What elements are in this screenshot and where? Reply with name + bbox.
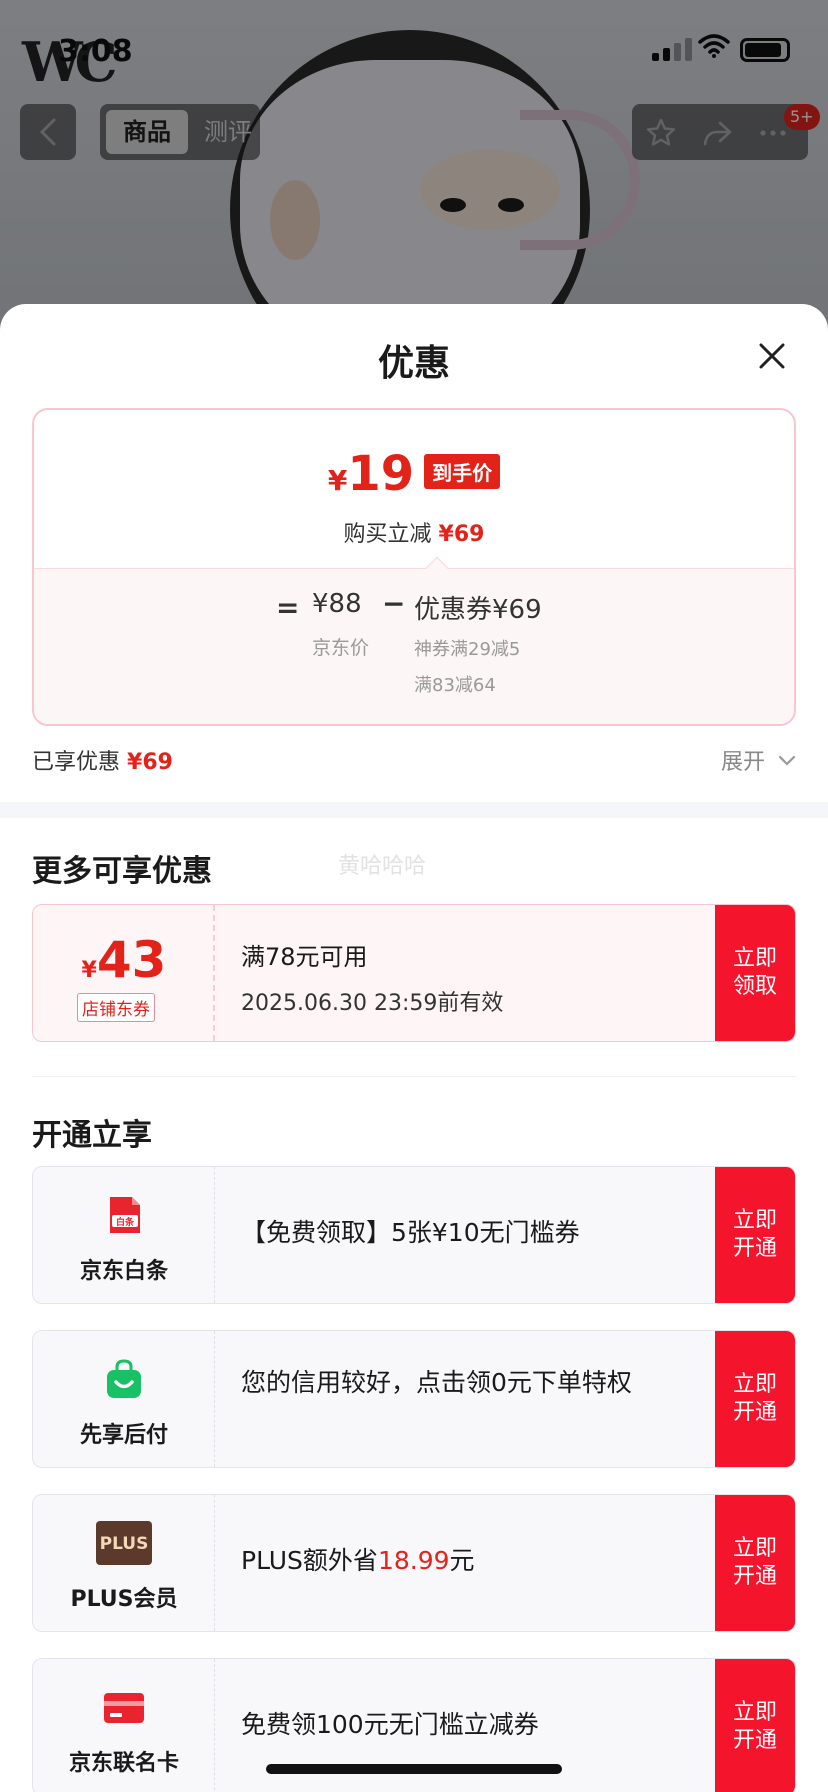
equals-sign: = xyxy=(276,591,300,624)
home-indicator[interactable] xyxy=(266,1764,562,1774)
coupon-detail: 满83减64 xyxy=(414,675,496,696)
more-discounts-title: 更多可享优惠 xyxy=(32,854,212,889)
close-icon xyxy=(759,343,785,369)
coupon-condition: 满78元可用 xyxy=(241,943,368,971)
coupon-detail: 神券满29减5 xyxy=(414,639,521,660)
jd-price-label: 京东价 xyxy=(312,637,370,659)
service-name: 先享后付 xyxy=(79,1423,168,1448)
section-divider xyxy=(0,802,828,818)
shopping-bag-icon xyxy=(107,1359,141,1398)
watermark-text: 黄哈哈哈 xyxy=(338,854,427,879)
coupon-total: 优惠券¥69 xyxy=(414,595,542,625)
coupon-type-tag: 店铺东券 xyxy=(77,993,155,1022)
store-coupon-card: ¥43 店铺东券 满78元可用 2025.06.30 23:59前有效 立即 领取 xyxy=(32,904,796,1042)
coupon-amount: ¥43 xyxy=(81,931,167,989)
final-price-value: 19 xyxy=(347,446,415,502)
service-description: PLUS额外省18.99元 xyxy=(241,1546,475,1575)
discount-sheet: 优惠 ¥19 到手价 购买立减 ¥69 = ¥88 京东价 − 优惠券¥69 神券… xyxy=(0,304,828,1792)
claim-coupon-button[interactable]: 立即 领取 xyxy=(715,905,795,1041)
enjoyed-discount: 已享优惠 ¥69 xyxy=(32,750,173,775)
card-icon xyxy=(104,1693,144,1723)
instant-reduction-value: ¥69 xyxy=(438,522,485,547)
sheet-title: 优惠 xyxy=(377,343,450,384)
close-button[interactable] xyxy=(752,336,792,376)
price-formula: = ¥88 京东价 − 优惠券¥69 神券满29减5 满83减64 xyxy=(34,568,794,724)
chevron-down-icon xyxy=(778,755,796,766)
minus-sign: − xyxy=(382,587,406,620)
expand-button[interactable]: 展开 xyxy=(721,744,796,776)
divider xyxy=(32,1076,796,1077)
service-card-plus: PLUS PLUS会员 PLUS额外省18.99元 立即 开通 xyxy=(32,1494,796,1632)
modal-overlay[interactable] xyxy=(0,0,828,330)
baitiao-icon: 白条 xyxy=(110,1197,140,1233)
service-card-pay-later: 先享后付 您的信用较好，点击领0元下单特权 立即 开通 xyxy=(32,1330,796,1468)
saving-amount: 18.99 xyxy=(377,1546,450,1575)
open-baitiao-button[interactable]: 立即 开通 xyxy=(715,1167,795,1303)
svg-text:白条: 白条 xyxy=(116,1216,135,1228)
open-cobrand-card-button[interactable]: 立即 开通 xyxy=(715,1659,795,1792)
service-card-baitiao: 白条 京东白条 【免费领取】5张¥10无门槛券 立即 开通 xyxy=(32,1166,796,1304)
service-description: 【免费领取】5张¥10无门槛券 xyxy=(241,1218,580,1247)
instant-reduction: 购买立减 ¥69 xyxy=(343,522,485,547)
product-page-background: WC 3:08 商品 测评 5+ xyxy=(0,0,828,330)
jd-price-value: ¥88 xyxy=(312,589,362,619)
plus-icon: PLUS xyxy=(96,1521,152,1565)
service-name: 京东联名卡 xyxy=(68,1751,179,1776)
service-name: 京东白条 xyxy=(79,1259,168,1284)
service-description: 您的信用较好，点击领0元下单特权 xyxy=(241,1368,632,1397)
service-name: PLUS会员 xyxy=(70,1587,178,1612)
open-pay-later-button[interactable]: 立即 开通 xyxy=(715,1331,795,1467)
service-description: 免费领100元无门槛立减券 xyxy=(241,1710,539,1739)
final-price: ¥19 到手价 xyxy=(34,446,794,502)
svg-text:PLUS: PLUS xyxy=(100,1534,149,1554)
open-plus-button[interactable]: 立即 开通 xyxy=(715,1495,795,1631)
coupon-expiry: 2025.06.30 23:59前有效 xyxy=(241,991,504,1016)
final-price-tag: 到手价 xyxy=(424,454,501,489)
open-benefits-title: 开通立享 xyxy=(32,1118,152,1153)
price-breakdown-card: ¥19 到手价 购买立减 ¥69 = ¥88 京东价 − 优惠券¥69 神券满29… xyxy=(32,408,796,726)
enjoyed-discount-value: ¥69 xyxy=(127,750,173,775)
